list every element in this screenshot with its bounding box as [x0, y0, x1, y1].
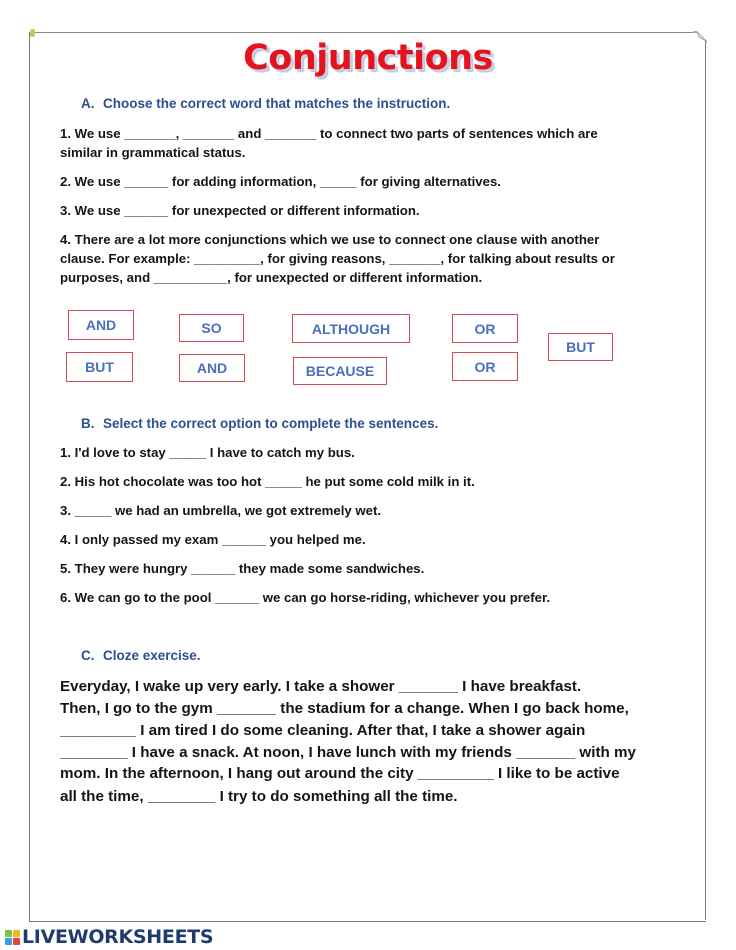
word-option-although[interactable]: ALTHOUGH [292, 314, 410, 343]
word-option-but[interactable]: BUT [548, 333, 613, 361]
section-b-line: 4. I only passed my exam ______ you help… [60, 532, 366, 547]
cloze-line: all the time, ________ I try to do somet… [60, 788, 458, 805]
cloze-line: mom. In the afternoon, I hang out around… [60, 765, 620, 782]
section-b-line: 3. _____ we had an umbrella, we got extr… [60, 503, 382, 518]
liveworksheets-logo-icon [5, 929, 20, 945]
section-a-letter: A. [81, 96, 95, 111]
section-c-heading-text: Cloze exercise. [103, 648, 201, 663]
section-b-line: 1. I'd love to stay _____ I have to catc… [60, 445, 355, 460]
section-a-heading: A. Choose the correct word that matches t… [81, 96, 450, 111]
liveworksheets-logo[interactable]: LIVEWORKSHEETS [5, 926, 214, 948]
section-c-heading: C. Cloze exercise. [81, 648, 201, 663]
worksheet-frame-right-edge [705, 40, 706, 920]
section-a-line: purposes, and __________, for unexpected… [60, 270, 483, 285]
section-b-line: 5. They were hungry ______ they made som… [60, 561, 425, 576]
word-option-because[interactable]: BECAUSE [293, 357, 387, 385]
section-b-line: 6. We can go to the pool ______ we can g… [60, 590, 551, 605]
section-a-line: clause. For example: _________, for givi… [60, 251, 615, 266]
section-a-line: 4. There are a lot more conjunctions whi… [60, 232, 600, 247]
section-a-line: 2. We use ______ for adding information,… [60, 174, 501, 189]
word-option-so[interactable]: SO [179, 314, 244, 342]
section-c-letter: C. [81, 648, 95, 663]
word-option-and[interactable]: AND [179, 354, 245, 382]
word-option-and[interactable]: AND [68, 310, 134, 340]
cloze-line: ________ I have a snack. At noon, I have… [60, 744, 636, 761]
cloze-line: Then, I go to the gym _______ the stadiu… [60, 700, 629, 717]
word-option-or[interactable]: OR [452, 352, 518, 381]
word-option-or[interactable]: OR [452, 314, 518, 343]
section-b-line: 2. His hot chocolate was too hot _____ h… [60, 474, 475, 489]
section-a-line: 1. We use _______, _______ and _______ t… [60, 126, 598, 141]
cloze-line: _________ I am tired I do some cleaning.… [60, 722, 586, 739]
word-option-but[interactable]: BUT [66, 352, 133, 382]
section-b-heading: B. Select the correct option to complete … [81, 416, 438, 431]
liveworksheets-brand-text: LIVEWORKSHEETS [22, 926, 214, 948]
pin-icon [30, 29, 35, 37]
cloze-line: Everyday, I wake up very early. I take a… [60, 678, 582, 695]
section-a-line: 3. We use ______ for unexpected or diffe… [60, 203, 420, 218]
section-b-letter: B. [81, 416, 95, 431]
worksheet-title: Conjunctions [243, 38, 493, 78]
section-a-line: similar in grammatical status. [60, 145, 246, 160]
section-a-heading-text: Choose the correct word that matches the… [103, 96, 451, 111]
section-b-heading-text: Select the correct option to complete th… [103, 416, 439, 431]
